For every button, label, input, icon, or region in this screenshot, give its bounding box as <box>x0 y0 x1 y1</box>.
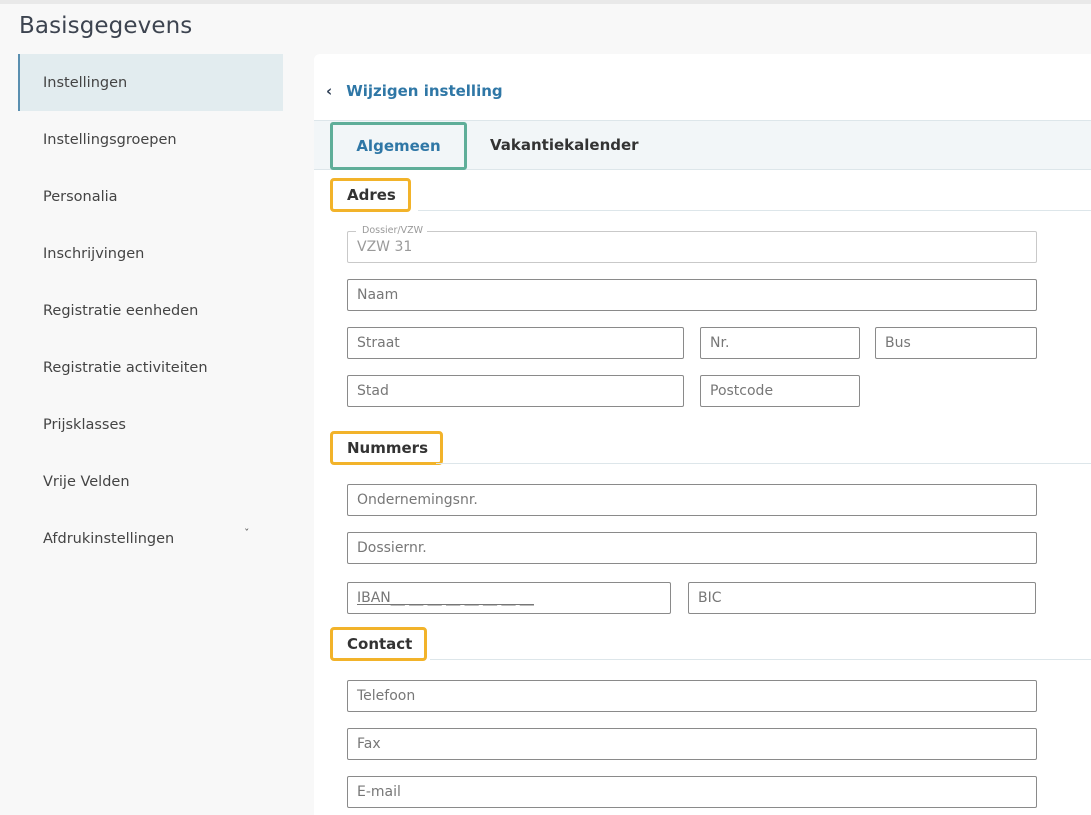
iban-input[interactable]: IBAN__ __ __ __ __ __ __ __ <box>347 582 671 614</box>
city-input[interactable]: Stad <box>347 375 684 407</box>
settings-panel: ‹ Wijzigen instelling Algemeen Vakantiek… <box>314 54 1091 815</box>
sidebar-item-instellingen[interactable]: Instellingen <box>18 54 283 111</box>
sidebar-item-vrije-velden[interactable]: Vrije Velden <box>18 453 283 510</box>
postcode-placeholder: Postcode <box>710 383 774 399</box>
bic-input[interactable]: BIC <box>688 582 1036 614</box>
company-number-placeholder: Ondernemingsnr. <box>357 492 478 508</box>
back-button[interactable]: ‹ Wijzigen instelling <box>326 82 503 100</box>
section-nummers-heading: Nummers <box>330 431 443 465</box>
phone-input[interactable]: Telefoon <box>347 680 1037 712</box>
tab-vakantiekalender[interactable]: Vakantiekalender <box>490 121 639 169</box>
tab-algemeen[interactable]: Algemeen <box>330 122 467 170</box>
dossier-number-input[interactable]: Dossiernr. <box>347 532 1037 564</box>
sidebar-item-registratie-eenheden[interactable]: Registratie eenheden <box>18 282 283 339</box>
divider <box>430 659 1091 660</box>
dossier-label: Dossier/VZW <box>356 225 428 236</box>
sidebar-item-inschrijvingen[interactable]: Inschrijvingen <box>18 225 283 282</box>
chevron-left-icon: ‹ <box>326 82 333 100</box>
section-adres-heading: Adres <box>330 178 411 212</box>
tab-bar: Algemeen Vakantiekalender <box>314 120 1091 170</box>
sidebar-item-label: Instellingsgroepen <box>43 131 177 148</box>
sidebar-item-label: Registratie eenheden <box>43 302 199 319</box>
sidebar-item-prijsklasses[interactable]: Prijsklasses <box>18 396 283 453</box>
sidebar-item-label: Personalia <box>43 188 118 205</box>
street-input[interactable]: Straat <box>347 327 684 359</box>
section-contact-heading: Contact <box>330 627 428 661</box>
number-input[interactable]: Nr. <box>700 327 860 359</box>
divider <box>436 463 1091 464</box>
city-placeholder: Stad <box>357 383 389 399</box>
sidebar-item-afdrukinstellingen[interactable]: Afdrukinstellingen ˇ <box>18 510 283 567</box>
fax-placeholder: Fax <box>357 736 381 752</box>
panel-title: Wijzigen instelling <box>346 82 503 100</box>
sidebar-item-label: Prijsklasses <box>43 416 126 433</box>
street-placeholder: Straat <box>357 335 400 351</box>
dossier-field[interactable]: Dossier/VZW VZW 31 <box>347 225 1037 263</box>
divider <box>418 210 1091 211</box>
sidebar-item-label: Inschrijvingen <box>43 245 145 262</box>
name-input[interactable]: Naam <box>347 279 1037 311</box>
bic-placeholder: BIC <box>698 590 722 606</box>
sidebar-item-registratie-activiteiten[interactable]: Registratie activiteiten <box>18 339 283 396</box>
page-title: Basisgegevens <box>19 13 193 39</box>
dossier-number-placeholder: Dossiernr. <box>357 540 427 556</box>
name-placeholder: Naam <box>357 287 399 303</box>
sidebar-item-label: Instellingen <box>43 74 128 91</box>
email-placeholder: E-mail <box>357 784 401 800</box>
sidebar-item-label: Afdrukinstellingen <box>43 530 175 547</box>
sidebar-item-instellingsgroepen[interactable]: Instellingsgroepen <box>18 111 283 168</box>
email-input[interactable]: E-mail <box>347 776 1037 808</box>
sidebar-item-personalia[interactable]: Personalia <box>18 168 283 225</box>
top-bar <box>0 0 1091 4</box>
bus-placeholder: Bus <box>885 335 911 351</box>
dossier-value: VZW 31 <box>357 239 413 255</box>
number-placeholder: Nr. <box>710 335 730 351</box>
chevron-down-icon[interactable]: ˇ <box>244 527 250 540</box>
fax-input[interactable]: Fax <box>347 728 1037 760</box>
bus-input[interactable]: Bus <box>875 327 1037 359</box>
iban-placeholder: IBAN__ __ __ __ __ __ __ __ <box>357 590 534 606</box>
phone-placeholder: Telefoon <box>357 688 416 704</box>
postcode-input[interactable]: Postcode <box>700 375 860 407</box>
sidebar-item-label: Registratie activiteiten <box>43 359 208 376</box>
sidebar: Instellingen Instellingsgroepen Personal… <box>18 54 283 567</box>
sidebar-item-label: Vrije Velden <box>43 473 130 490</box>
company-number-input[interactable]: Ondernemingsnr. <box>347 484 1037 516</box>
